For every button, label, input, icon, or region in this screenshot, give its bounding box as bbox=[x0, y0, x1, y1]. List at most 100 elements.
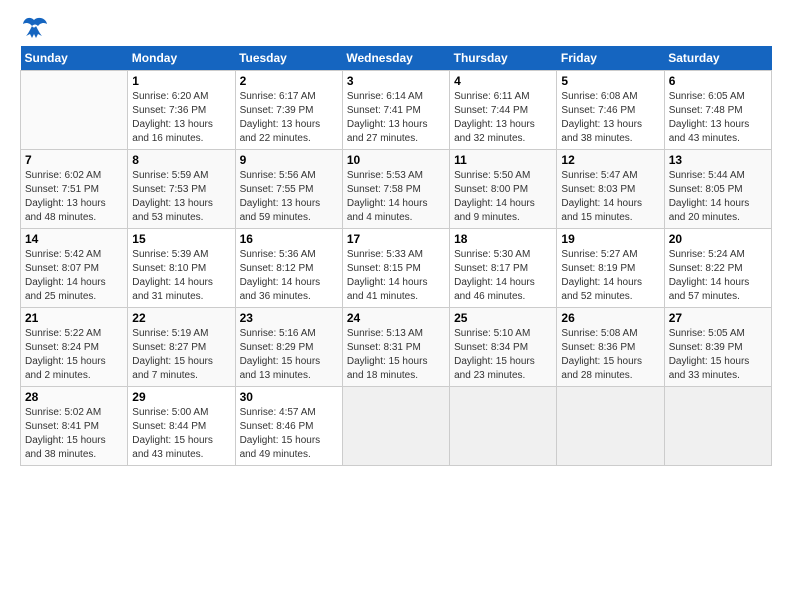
logo bbox=[20, 16, 52, 38]
day-number: 30 bbox=[240, 390, 338, 404]
calendar-cell: 19 Sunrise: 5:27 AMSunset: 8:19 PMDayligh… bbox=[557, 229, 664, 308]
calendar-cell bbox=[450, 387, 557, 466]
calendar-cell: 8Sunrise: 5:59 AMSunset: 7:53 PMDaylight… bbox=[128, 150, 235, 229]
calendar-cell: 20Sunrise: 5:24 AMSunset: 8:22 PMDayligh… bbox=[664, 229, 771, 308]
calendar-cell: 9 Sunrise: 5:56 AMSunset: 7:55 PMDaylight… bbox=[235, 150, 342, 229]
day-number: 4 bbox=[454, 74, 552, 88]
calendar-cell: 23 Sunrise: 5:16 AMSunset: 8:29 PMDayligh… bbox=[235, 308, 342, 387]
day-number: 10 bbox=[347, 153, 445, 167]
calendar-week-row: 14 Sunrise: 5:42 AMSunset: 8:07 PMDayligh… bbox=[21, 229, 772, 308]
logo-bird-icon bbox=[20, 16, 48, 38]
calendar-cell: 1Sunrise: 6:20 AMSunset: 7:36 PMDaylight… bbox=[128, 71, 235, 150]
day-info: Sunrise: 6:08 AMSunset: 7:46 PMDaylight:… bbox=[561, 90, 659, 146]
calendar-cell: 10 Sunrise: 5:53 AMSunset: 7:58 PMDayligh… bbox=[342, 150, 449, 229]
calendar-cell bbox=[557, 387, 664, 466]
day-info: Sunrise: 5:36 AMSunset: 8:12 PMDaylight:… bbox=[240, 248, 338, 304]
day-number: 29 bbox=[132, 390, 230, 404]
day-info: Sunrise: 5:19 AMSunset: 8:27 PMDaylight:… bbox=[132, 327, 230, 383]
day-number: 15 bbox=[132, 232, 230, 246]
day-info: Sunrise: 5:30 AMSunset: 8:17 PMDaylight:… bbox=[454, 248, 552, 304]
calendar-cell: 21 Sunrise: 5:22 AMSunset: 8:24 PMDayligh… bbox=[21, 308, 128, 387]
day-info: Sunrise: 4:57 AMSunset: 8:46 PMDaylight:… bbox=[240, 406, 338, 462]
day-number: 5 bbox=[561, 74, 659, 88]
calendar-cell: 29 Sunrise: 5:00 AMSunset: 8:44 PMDayligh… bbox=[128, 387, 235, 466]
calendar-cell: 4 Sunrise: 6:11 AMSunset: 7:44 PMDaylight… bbox=[450, 71, 557, 150]
day-info: Sunrise: 5:39 AMSunset: 8:10 PMDaylight:… bbox=[132, 248, 230, 304]
day-info: Sunrise: 5:56 AMSunset: 7:55 PMDaylight:… bbox=[240, 169, 338, 225]
calendar-cell: 3 Sunrise: 6:14 AMSunset: 7:41 PMDaylight… bbox=[342, 71, 449, 150]
day-info: Sunrise: 5:44 AMSunset: 8:05 PMDaylight:… bbox=[669, 169, 767, 225]
day-number: 13 bbox=[669, 153, 767, 167]
calendar-cell: 13 Sunrise: 5:44 AMSunset: 8:05 PMDayligh… bbox=[664, 150, 771, 229]
col-header-friday: Friday bbox=[557, 46, 664, 71]
day-info: Sunrise: 5:00 AMSunset: 8:44 PMDaylight:… bbox=[132, 406, 230, 462]
calendar-header-row: SundayMondayTuesdayWednesdayThursdayFrid… bbox=[21, 46, 772, 71]
col-header-tuesday: Tuesday bbox=[235, 46, 342, 71]
col-header-sunday: Sunday bbox=[21, 46, 128, 71]
calendar-cell: 11 Sunrise: 5:50 AMSunset: 8:00 PMDayligh… bbox=[450, 150, 557, 229]
calendar-cell: 12 Sunrise: 5:47 AMSunset: 8:03 PMDayligh… bbox=[557, 150, 664, 229]
day-info: Sunrise: 5:53 AMSunset: 7:58 PMDaylight:… bbox=[347, 169, 445, 225]
day-number: 19 bbox=[561, 232, 659, 246]
calendar-cell: 27Sunrise: 5:05 AMSunset: 8:39 PMDayligh… bbox=[664, 308, 771, 387]
calendar-cell: 24 Sunrise: 5:13 AMSunset: 8:31 PMDayligh… bbox=[342, 308, 449, 387]
day-number: 16 bbox=[240, 232, 338, 246]
day-info: Sunrise: 5:16 AMSunset: 8:29 PMDaylight:… bbox=[240, 327, 338, 383]
day-info: Sunrise: 5:50 AMSunset: 8:00 PMDaylight:… bbox=[454, 169, 552, 225]
calendar-cell: 25 Sunrise: 5:10 AMSunset: 8:34 PMDayligh… bbox=[450, 308, 557, 387]
calendar-cell bbox=[664, 387, 771, 466]
day-info: Sunrise: 5:05 AMSunset: 8:39 PMDaylight:… bbox=[669, 327, 767, 383]
calendar-week-row: 28 Sunrise: 5:02 AMSunset: 8:41 PMDayligh… bbox=[21, 387, 772, 466]
day-number: 25 bbox=[454, 311, 552, 325]
day-info: Sunrise: 5:42 AMSunset: 8:07 PMDaylight:… bbox=[25, 248, 123, 304]
calendar-cell: 5 Sunrise: 6:08 AMSunset: 7:46 PMDaylight… bbox=[557, 71, 664, 150]
day-number: 22 bbox=[132, 311, 230, 325]
day-number: 9 bbox=[240, 153, 338, 167]
col-header-thursday: Thursday bbox=[450, 46, 557, 71]
calendar-week-row: 1Sunrise: 6:20 AMSunset: 7:36 PMDaylight… bbox=[21, 71, 772, 150]
calendar-cell: 16 Sunrise: 5:36 AMSunset: 8:12 PMDayligh… bbox=[235, 229, 342, 308]
col-header-saturday: Saturday bbox=[664, 46, 771, 71]
calendar-cell: 22 Sunrise: 5:19 AMSunset: 8:27 PMDayligh… bbox=[128, 308, 235, 387]
calendar-cell bbox=[342, 387, 449, 466]
calendar-cell: 7 Sunrise: 6:02 AMSunset: 7:51 PMDaylight… bbox=[21, 150, 128, 229]
day-number: 14 bbox=[25, 232, 123, 246]
calendar-week-row: 7 Sunrise: 6:02 AMSunset: 7:51 PMDaylight… bbox=[21, 150, 772, 229]
day-number: 6 bbox=[669, 74, 767, 88]
day-number: 12 bbox=[561, 153, 659, 167]
day-info: Sunrise: 5:24 AMSunset: 8:22 PMDaylight:… bbox=[669, 248, 767, 304]
day-info: Sunrise: 5:47 AMSunset: 8:03 PMDaylight:… bbox=[561, 169, 659, 225]
day-info: Sunrise: 6:20 AMSunset: 7:36 PMDaylight:… bbox=[132, 90, 230, 146]
day-info: Sunrise: 6:17 AMSunset: 7:39 PMDaylight:… bbox=[240, 90, 338, 146]
col-header-monday: Monday bbox=[128, 46, 235, 71]
day-number: 7 bbox=[25, 153, 123, 167]
day-info: Sunrise: 6:14 AMSunset: 7:41 PMDaylight:… bbox=[347, 90, 445, 146]
day-number: 17 bbox=[347, 232, 445, 246]
day-info: Sunrise: 5:22 AMSunset: 8:24 PMDaylight:… bbox=[25, 327, 123, 383]
page-header bbox=[20, 16, 772, 38]
day-info: Sunrise: 5:27 AMSunset: 8:19 PMDaylight:… bbox=[561, 248, 659, 304]
col-header-wednesday: Wednesday bbox=[342, 46, 449, 71]
calendar-cell: 30 Sunrise: 4:57 AMSunset: 8:46 PMDayligh… bbox=[235, 387, 342, 466]
day-info: Sunrise: 6:11 AMSunset: 7:44 PMDaylight:… bbox=[454, 90, 552, 146]
day-info: Sunrise: 5:10 AMSunset: 8:34 PMDaylight:… bbox=[454, 327, 552, 383]
calendar-cell: 15 Sunrise: 5:39 AMSunset: 8:10 PMDayligh… bbox=[128, 229, 235, 308]
day-info: Sunrise: 5:13 AMSunset: 8:31 PMDaylight:… bbox=[347, 327, 445, 383]
day-info: Sunrise: 5:59 AMSunset: 7:53 PMDaylight:… bbox=[132, 169, 230, 225]
day-number: 11 bbox=[454, 153, 552, 167]
day-info: Sunrise: 5:02 AMSunset: 8:41 PMDaylight:… bbox=[25, 406, 123, 462]
day-info: Sunrise: 6:02 AMSunset: 7:51 PMDaylight:… bbox=[25, 169, 123, 225]
calendar-cell: 28 Sunrise: 5:02 AMSunset: 8:41 PMDayligh… bbox=[21, 387, 128, 466]
calendar-cell: 26Sunrise: 5:08 AMSunset: 8:36 PMDayligh… bbox=[557, 308, 664, 387]
calendar-cell: 17Sunrise: 5:33 AMSunset: 8:15 PMDayligh… bbox=[342, 229, 449, 308]
calendar-cell: 2 Sunrise: 6:17 AMSunset: 7:39 PMDaylight… bbox=[235, 71, 342, 150]
calendar-cell: 18 Sunrise: 5:30 AMSunset: 8:17 PMDayligh… bbox=[450, 229, 557, 308]
day-number: 3 bbox=[347, 74, 445, 88]
day-number: 23 bbox=[240, 311, 338, 325]
day-number: 28 bbox=[25, 390, 123, 404]
day-number: 21 bbox=[25, 311, 123, 325]
day-number: 18 bbox=[454, 232, 552, 246]
day-number: 24 bbox=[347, 311, 445, 325]
day-number: 2 bbox=[240, 74, 338, 88]
calendar-table: SundayMondayTuesdayWednesdayThursdayFrid… bbox=[20, 46, 772, 466]
